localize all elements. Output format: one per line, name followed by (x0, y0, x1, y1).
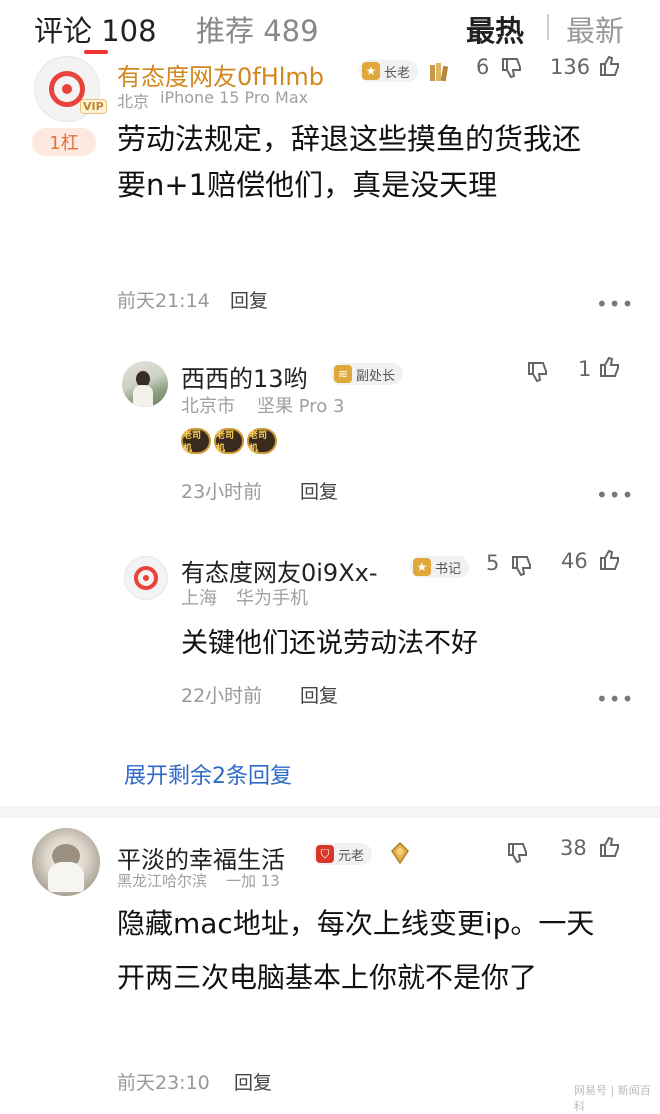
comment-time: 前天21:14 (117, 290, 210, 312)
reply-time: 22小时前 (181, 685, 263, 707)
like-count: 38 (560, 836, 587, 860)
reply-button[interactable]: 回复 (230, 286, 268, 313)
more-options-icon[interactable]: ••• (596, 483, 634, 507)
dislike-count: 6 (476, 55, 490, 79)
comment-text: 劳动法规定，辞退这些摸鱼的货我还要n+1赔偿他们，真是没天理 (117, 122, 582, 202)
books-icon (430, 63, 449, 82)
active-tab-indicator (84, 50, 108, 54)
location: 北京市 (181, 396, 235, 417)
device: 一加 13 (226, 872, 280, 890)
star-icon: ★ (413, 558, 431, 576)
sticker-badge: 老司机 (181, 428, 211, 454)
sticker-badge: 老司机 (214, 428, 244, 454)
trophy-icon (391, 841, 409, 865)
avatar[interactable] (122, 361, 168, 407)
reply-time: 23小时前 (181, 481, 263, 503)
level-badge: ★ 书记 (410, 556, 470, 578)
watermark: 网易号 | 新闻百科 (574, 1084, 651, 1113)
reply-text: 关键他们还说劳动法不好 (181, 628, 478, 659)
level-badge: ≋ 副处长 (331, 363, 404, 385)
username[interactable]: 有态度网友0fHlmb (117, 57, 324, 92)
like-icon[interactable] (598, 835, 622, 859)
like-count: 136 (550, 55, 591, 79)
dislike-count: 5 (486, 551, 500, 575)
sort-new-button[interactable]: 最新 (566, 8, 624, 50)
level-badge: ⛉ 元老 (313, 843, 373, 865)
location: 北京 (117, 92, 150, 111)
comment-text: 隐藏mac地址，每次上线变更ip。一天开两三次电脑基本上你就不是你了 (117, 907, 595, 994)
tab-comments[interactable]: 评论 108 (34, 8, 157, 50)
location: 黑龙江哈尔滨 (117, 872, 208, 890)
username[interactable]: 西西的13哟 (181, 359, 308, 394)
sticker-badge: 老司机 (247, 428, 277, 454)
level-badge: ★ 长老 (359, 60, 419, 82)
like-icon[interactable] (598, 548, 622, 572)
like-count: 1 (578, 357, 592, 381)
like-count: 46 (561, 549, 588, 573)
dislike-icon[interactable] (506, 841, 530, 865)
reply-button[interactable]: 回复 (234, 1068, 272, 1095)
avatar[interactable] (32, 828, 100, 896)
avatar[interactable] (124, 556, 168, 600)
location: 上海 (181, 588, 217, 609)
rank-badge: 1杠 (32, 128, 96, 156)
section-separator (0, 806, 660, 818)
dislike-icon[interactable] (526, 360, 550, 384)
comment-time: 前天23:10 (117, 1072, 210, 1094)
dislike-icon[interactable] (510, 554, 534, 578)
more-options-icon[interactable]: ••• (596, 292, 634, 316)
dislike-icon[interactable] (500, 56, 524, 80)
reply-button[interactable]: 回复 (300, 681, 338, 708)
shield-icon: ⛉ (316, 845, 334, 863)
like-icon[interactable] (598, 54, 622, 78)
device: 坚果 Pro 3 (257, 396, 345, 417)
sort-divider (547, 14, 549, 40)
like-icon[interactable] (598, 355, 622, 379)
star-icon: ★ (362, 62, 380, 80)
username[interactable]: 有态度网友0i9Xx- (181, 553, 378, 588)
vip-badge: VIP (80, 99, 107, 114)
tab-recommend[interactable]: 推荐 489 (196, 8, 319, 50)
chevron-rank-icon: ≋ (334, 365, 352, 383)
more-options-icon[interactable]: ••• (596, 687, 634, 711)
expand-replies-link[interactable]: 展开剩余2条回复 (124, 758, 292, 790)
sort-hot-button[interactable]: 最热 (466, 8, 524, 50)
reply-button[interactable]: 回复 (300, 477, 338, 504)
device: 华为手机 (236, 588, 308, 609)
device: iPhone 15 Pro Max (160, 88, 309, 107)
